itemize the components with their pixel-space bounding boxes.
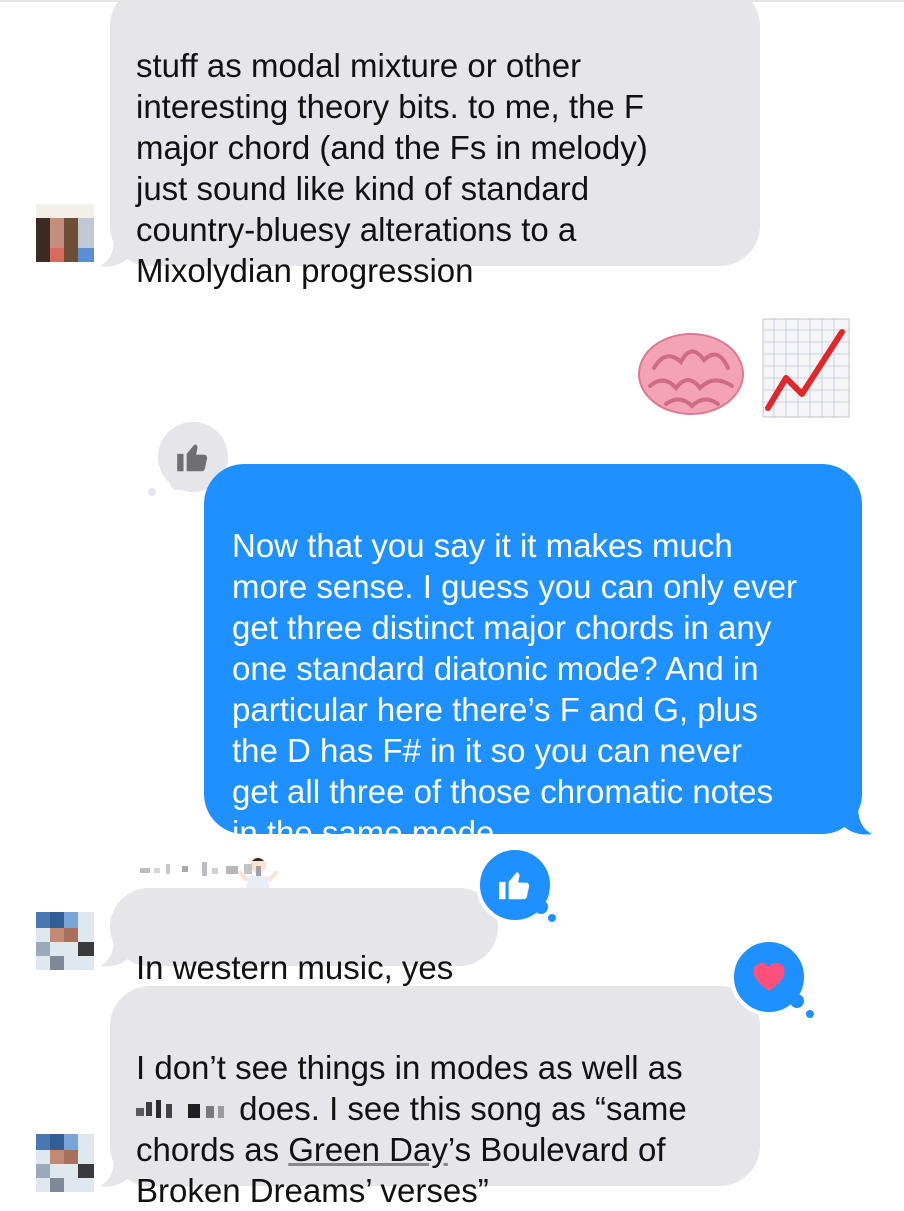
bubble-tail <box>100 238 130 267</box>
tapback-dot-small <box>806 1010 814 1018</box>
tapback-dot <box>790 994 804 1008</box>
contact-avatar[interactable] <box>36 204 94 262</box>
artist-link[interactable]: Green Day <box>288 1131 448 1168</box>
message-text: Now that you say it it makes much more s… <box>232 527 797 851</box>
thumbs-up-icon <box>499 872 530 900</box>
redacted-name <box>136 1098 230 1122</box>
contact-avatar[interactable] <box>36 1134 94 1192</box>
incoming-message-bubble[interactable]: stuff as modal mixture or other interest… <box>110 0 760 289</box>
tapback-dot <box>534 900 548 914</box>
message-text: In western music, yes <box>136 949 454 986</box>
thumbs-up-icon <box>177 444 208 472</box>
outgoing-message-bubble[interactable]: Now that you say it it makes much more s… <box>204 464 862 893</box>
incoming-message-bubble[interactable]: I don’t see things in modes as well as d… <box>110 986 760 1209</box>
tapback-dot <box>170 476 184 490</box>
bubble-tail <box>842 806 872 835</box>
brain-emoji <box>638 333 744 415</box>
contact-avatar[interactable] <box>36 912 94 970</box>
incoming-message-bubble[interactable]: In western music, yes <box>110 888 498 986</box>
emoji-message[interactable] <box>636 318 852 418</box>
tapback-dot-small <box>148 488 156 496</box>
chart-increasing-emoji <box>762 318 850 418</box>
bubble-tail <box>100 938 130 967</box>
redacted-sender-name <box>140 862 290 878</box>
heart-icon <box>753 962 785 992</box>
bubble-tail <box>100 1158 130 1187</box>
tapback-dot-small <box>548 914 556 922</box>
message-text: stuff as modal mixture or other interest… <box>136 47 648 289</box>
message-text-before: I don’t see things in modes as well as <box>136 1049 683 1086</box>
